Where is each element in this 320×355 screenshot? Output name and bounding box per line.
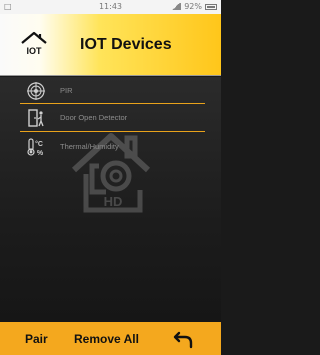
iot-home-icon: IOT xyxy=(21,31,47,56)
watermark-label: HD xyxy=(104,194,123,209)
back-arrow-icon[interactable] xyxy=(173,329,195,349)
bottom-toolbar: Pair Remove All xyxy=(0,322,221,355)
page-title: IOT Devices xyxy=(80,36,172,53)
remove-all-button[interactable]: Remove All xyxy=(74,332,139,346)
signal-icon xyxy=(171,3,182,10)
device-label: Thermal/Humidity xyxy=(60,142,119,151)
status-bar: □ 11:43 92% xyxy=(0,0,221,14)
thermometer-humidity-icon: °C % xyxy=(27,138,44,157)
status-right: 92% xyxy=(171,2,217,11)
device-label: PIR xyxy=(60,86,73,95)
battery-icon xyxy=(205,3,217,10)
device-item-door[interactable]: Door Open Detector xyxy=(20,105,205,131)
divider xyxy=(20,103,205,104)
iot-icon-label: IOT xyxy=(27,46,43,56)
pair-button[interactable]: Pair xyxy=(25,332,48,346)
pir-sensor-icon xyxy=(27,82,45,100)
device-list: HD PIR Door Open Detector °C % Thermal/H… xyxy=(0,77,221,322)
door-sensor-icon xyxy=(28,109,44,127)
device-item-pir[interactable]: PIR xyxy=(20,78,205,104)
svg-text:°C: °C xyxy=(35,140,43,148)
battery-percent: 92% xyxy=(184,2,202,11)
svg-text:%: % xyxy=(37,150,44,157)
app-header: IOT IOT Devices xyxy=(0,14,221,76)
divider xyxy=(20,131,205,132)
device-item-thermal[interactable]: °C % Thermal/Humidity xyxy=(20,134,205,160)
device-label: Door Open Detector xyxy=(60,113,128,122)
